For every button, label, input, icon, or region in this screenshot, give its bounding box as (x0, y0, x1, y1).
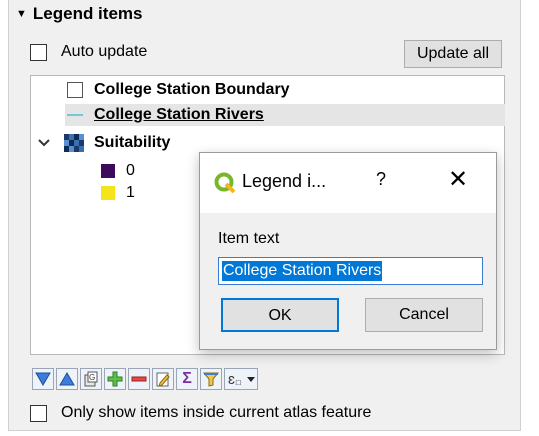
atlas-filter-checkbox[interactable] (30, 405, 47, 422)
boundary-symbol-icon (67, 82, 83, 98)
tree-item-label: 0 (126, 162, 135, 179)
selected-text: College Station Rivers (222, 261, 383, 281)
sum-icon[interactable]: Σ (176, 368, 198, 390)
chevron-down-icon (247, 372, 255, 389)
raster-icon (64, 134, 84, 152)
scrollbar[interactable] (521, 0, 539, 436)
tree-item-label: College Station Rivers (94, 106, 264, 123)
move-down-icon[interactable] (32, 368, 54, 390)
svg-text:G: G (89, 373, 95, 382)
dialog-title: Legend i... (242, 171, 327, 191)
collapse-triangle-icon: ▼ (16, 8, 27, 20)
atlas-filter-label: Only show items inside current atlas fea… (61, 404, 372, 421)
legend-items-header[interactable]: ▼ Legend items (16, 2, 142, 28)
expression-icon[interactable]: ɛ □ (224, 368, 258, 390)
auto-update-checkbox[interactable] (30, 44, 47, 61)
remove-icon[interactable] (128, 368, 150, 390)
tree-item-rivers[interactable]: College Station Rivers (65, 104, 505, 126)
close-icon[interactable]: ✕ (448, 165, 468, 194)
tree-item-label: Suitability (94, 134, 171, 151)
filter-icon[interactable] (200, 368, 222, 390)
qgis-logo-icon (214, 172, 236, 194)
section-title: Legend items (32, 4, 143, 23)
cancel-button[interactable]: Cancel (365, 298, 483, 332)
tree-item-label: 1 (126, 184, 135, 201)
add-icon[interactable] (104, 368, 126, 390)
color-swatch-icon (101, 186, 115, 200)
item-text-label: Item text (218, 230, 280, 247)
help-button[interactable]: ? (376, 169, 386, 190)
auto-update-label: Auto update (61, 43, 148, 60)
chevron-down-icon[interactable] (37, 132, 51, 160)
ok-button[interactable]: OK (221, 298, 339, 332)
group-icon[interactable]: G (80, 368, 102, 390)
move-up-icon[interactable] (56, 368, 78, 390)
line-symbol-icon (67, 114, 83, 116)
item-text-input[interactable]: College Station Rivers (218, 257, 483, 285)
update-all-button[interactable]: Update all (404, 40, 502, 68)
legend-item-dialog: Legend i... ? ✕ Item text College Statio… (199, 152, 497, 350)
tree-item-label: College Station Boundary (94, 81, 290, 98)
dialog-title-bar[interactable]: Legend i... ? ✕ (200, 153, 496, 213)
color-swatch-icon (101, 164, 115, 178)
edit-icon[interactable] (152, 368, 174, 390)
